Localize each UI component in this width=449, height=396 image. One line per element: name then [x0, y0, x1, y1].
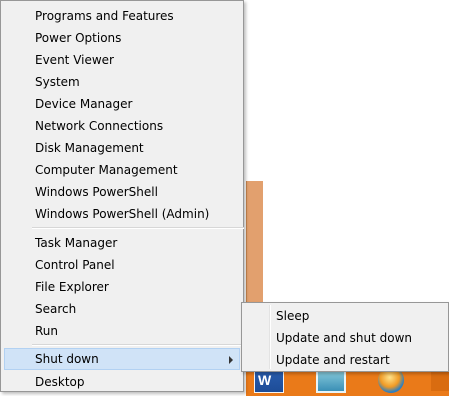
menu-item-label: Task Manager [35, 236, 118, 250]
submenu-item-label: Update and restart [276, 353, 390, 367]
menu-item-label: Shut down [35, 352, 99, 366]
menu-item-shut-down[interactable]: Shut down [4, 348, 240, 370]
power-user-menu: Programs and Features Power Options Even… [0, 0, 244, 392]
menu-item-device-manager[interactable]: Device Manager [4, 93, 240, 115]
menu-item-search[interactable]: Search [4, 298, 240, 320]
submenu-item-update-and-shut-down[interactable]: Update and shut down [245, 327, 445, 349]
menu-item-file-explorer[interactable]: File Explorer [4, 276, 240, 298]
menu-item-network-connections[interactable]: Network Connections [4, 115, 240, 137]
submenu-item-label: Sleep [276, 309, 310, 323]
menu-item-label: Windows PowerShell (Admin) [35, 207, 210, 221]
shut-down-submenu: Sleep Update and shut down Update and re… [241, 302, 449, 372]
menu-item-label: Computer Management [35, 163, 178, 177]
menu-item-event-viewer[interactable]: Event Viewer [4, 49, 240, 71]
menu-separator [32, 227, 244, 229]
menu-item-windows-powershell[interactable]: Windows PowerShell [4, 181, 240, 203]
menu-separator [32, 344, 244, 346]
menu-item-task-manager[interactable]: Task Manager [4, 232, 240, 254]
tray-area [431, 369, 449, 391]
menu-item-label: Run [35, 324, 59, 338]
menu-item-run[interactable]: Run [4, 320, 240, 342]
menu-item-control-panel[interactable]: Control Panel [4, 254, 240, 276]
menu-item-system[interactable]: System [4, 71, 240, 93]
menu-item-label: Control Panel [35, 258, 115, 272]
menu-item-windows-powershell-admin[interactable]: Windows PowerShell (Admin) [4, 203, 240, 225]
submenu-item-update-and-restart[interactable]: Update and restart [245, 349, 445, 371]
menu-item-label: File Explorer [35, 280, 109, 294]
menu-item-label: Disk Management [35, 141, 144, 155]
menu-item-disk-management[interactable]: Disk Management [4, 137, 240, 159]
menu-item-power-options[interactable]: Power Options [4, 27, 240, 49]
word-icon-glyph: W [258, 372, 272, 388]
menu-item-label: Programs and Features [35, 9, 174, 23]
chevron-right-icon [229, 356, 233, 364]
menu-item-label: Search [35, 302, 77, 316]
menu-item-label: Device Manager [35, 97, 133, 111]
menu-item-label: Event Viewer [35, 53, 114, 67]
menu-item-programs-and-features[interactable]: Programs and Features [4, 5, 240, 27]
menu-item-label: Power Options [35, 31, 122, 45]
menu-item-label: Desktop [35, 375, 85, 389]
submenu-item-sleep[interactable]: Sleep [245, 305, 445, 327]
menu-item-label: Network Connections [35, 119, 164, 133]
menu-item-computer-management[interactable]: Computer Management [4, 159, 240, 181]
menu-item-label: Windows PowerShell [35, 185, 158, 199]
menu-item-desktop[interactable]: Desktop [4, 371, 240, 393]
menu-item-label: System [35, 75, 80, 89]
submenu-item-label: Update and shut down [276, 331, 413, 345]
